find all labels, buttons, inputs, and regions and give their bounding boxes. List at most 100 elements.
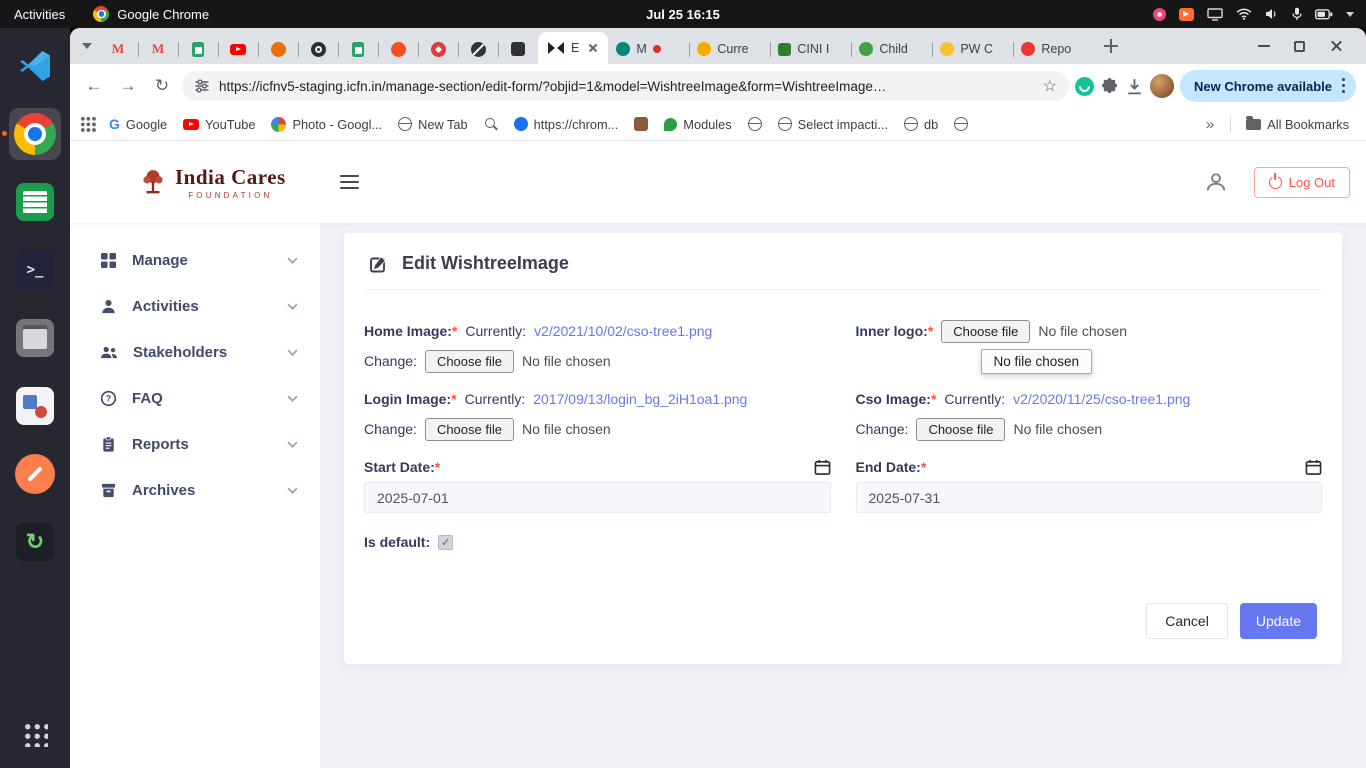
home-image-current-file-link[interactable]: v2/2021/10/02/cso-tree1.png: [534, 323, 712, 339]
meet-favicon: [616, 42, 630, 56]
bookmark-photos[interactable]: Photo - Googl...: [264, 114, 389, 135]
focused-app-indicator[interactable]: Google Chrome: [83, 6, 219, 22]
screen-record-indicator-icon[interactable]: [1153, 8, 1166, 21]
tab-child[interactable]: Child: [851, 34, 932, 64]
brand-logo[interactable]: India Cares FOUNDATION: [140, 165, 286, 200]
dock-app-files[interactable]: [9, 312, 61, 364]
start-date-input[interactable]: [364, 482, 831, 513]
pinned-tab-9[interactable]: [418, 34, 458, 64]
profile-avatar[interactable]: [1150, 74, 1174, 98]
tab-cini[interactable]: CINI I: [770, 34, 851, 64]
pinned-tab-10[interactable]: [458, 34, 498, 64]
screenshot-tool-icon[interactable]: [1179, 8, 1194, 21]
pinned-tab-8[interactable]: [378, 34, 418, 64]
address-bar[interactable]: https://icfnv5-staging.icfn.in/manage-se…: [182, 71, 1069, 101]
clock[interactable]: Jul 25 16:15: [646, 7, 720, 22]
sidebar-item-archives[interactable]: Archives: [70, 467, 320, 513]
dock-app-rustdesk[interactable]: [9, 448, 61, 500]
wifi-icon[interactable]: [1236, 8, 1252, 20]
volume-icon[interactable]: [1265, 8, 1279, 20]
tray-chevron-icon[interactable]: [1346, 12, 1354, 17]
extensions-puzzle-icon[interactable]: [1100, 77, 1119, 96]
battery-icon[interactable]: [1315, 9, 1333, 20]
cso-image-current-file-link[interactable]: v2/2020/11/25/cso-tree1.png: [1013, 391, 1190, 407]
active-tab[interactable]: E: [538, 32, 608, 64]
tab-curre[interactable]: Curre: [689, 34, 770, 64]
pinned-tab-gmail-2[interactable]: M: [138, 34, 178, 64]
sidebar-item-stakeholders[interactable]: Stakeholders: [70, 329, 320, 375]
bookmark-globe-2[interactable]: [947, 114, 975, 134]
login-image-choose-file-button[interactable]: Choose file: [425, 418, 514, 441]
user-profile-icon[interactable]: [1204, 170, 1228, 194]
calendar-icon[interactable]: [814, 459, 831, 476]
tab-favicon: [940, 42, 954, 56]
bookmark-google[interactable]: GGoogle: [102, 113, 174, 135]
dock-app-file-sync[interactable]: [9, 516, 61, 568]
bookmark-modules[interactable]: Modules: [657, 114, 738, 135]
pinned-tab-gmail-1[interactable]: M: [98, 34, 138, 64]
bookmark-misc[interactable]: [627, 114, 655, 134]
activities-button[interactable]: Activities: [0, 7, 83, 22]
pinned-tab-sheets-1[interactable]: [178, 34, 218, 64]
sidebar-toggle-hamburger-icon[interactable]: [334, 169, 365, 195]
close-window-icon[interactable]: [1329, 39, 1344, 54]
bookmark-chromium[interactable]: https://chrom...: [507, 114, 626, 135]
apps-shortcut-icon[interactable]: [80, 116, 96, 132]
sidebar-item-activities[interactable]: Activities: [70, 283, 320, 329]
dock-app-image-viewer[interactable]: [9, 380, 61, 432]
is-default-checkbox[interactable]: [438, 535, 453, 550]
tab-meet[interactable]: M: [608, 34, 689, 64]
cancel-button[interactable]: Cancel: [1146, 603, 1228, 639]
dock-app-terminal[interactable]: [9, 244, 61, 296]
downloads-icon[interactable]: [1125, 77, 1144, 96]
tab-repo[interactable]: Repo: [1013, 34, 1094, 64]
tab-pw[interactable]: PW C: [932, 34, 1013, 64]
bookmark-db[interactable]: db: [897, 114, 945, 135]
pinned-tab-6[interactable]: [298, 34, 338, 64]
bookmark-globe-1[interactable]: [741, 114, 769, 134]
show-applications-button[interactable]: [9, 708, 61, 760]
bookmark-label: YouTube: [205, 117, 255, 132]
sidebar-item-faq[interactable]: ? FAQ: [70, 375, 320, 421]
forward-button[interactable]: [114, 72, 142, 100]
microphone-icon[interactable]: [1292, 7, 1302, 21]
back-button[interactable]: [80, 72, 108, 100]
sidebar-item-reports[interactable]: Reports: [70, 421, 320, 467]
grammarly-extension-icon[interactable]: [1075, 77, 1094, 96]
update-button[interactable]: Update: [1240, 603, 1317, 639]
inner-logo-choose-file-button[interactable]: Choose file: [941, 320, 1030, 343]
calendar-icon[interactable]: [1305, 459, 1322, 476]
pinned-tab-sheets-2[interactable]: [338, 34, 378, 64]
webpage: India Cares FOUNDATION Log Out: [70, 141, 1366, 768]
cso-image-choose-file-button[interactable]: Choose file: [916, 418, 1005, 441]
reload-button[interactable]: [148, 72, 176, 100]
pinned-tab-youtube[interactable]: [218, 34, 258, 64]
logout-button[interactable]: Log Out: [1254, 167, 1350, 198]
bookmarks-overflow-chevron[interactable]: »: [1198, 116, 1222, 133]
bookmark-star-icon[interactable]: [1043, 76, 1057, 96]
all-bookmarks-button[interactable]: All Bookmarks: [1239, 114, 1356, 135]
dock-app-chrome[interactable]: [9, 108, 61, 160]
new-tab-button[interactable]: [1098, 33, 1124, 59]
login-image-current-file-link[interactable]: 2017/09/13/login_bg_2iH1oa1.png: [533, 391, 747, 407]
menu-kebab-icon[interactable]: [1342, 78, 1346, 94]
tab-search-caret-icon[interactable]: [76, 35, 98, 57]
minimize-icon[interactable]: [1258, 45, 1270, 47]
chrome-update-button[interactable]: New Chrome available: [1180, 70, 1356, 102]
sidebar-item-manage[interactable]: Manage: [70, 237, 320, 283]
bookmark-new-tab[interactable]: New Tab: [391, 114, 475, 135]
bookmark-search[interactable]: [477, 114, 505, 134]
dock-app-libreoffice-calc[interactable]: [9, 176, 61, 228]
bookmark-youtube[interactable]: YouTube: [176, 114, 262, 135]
tab-close-icon[interactable]: [586, 41, 600, 55]
home-image-choose-file-button[interactable]: Choose file: [425, 350, 514, 373]
display-icon[interactable]: [1207, 8, 1223, 21]
svg-text:?: ?: [106, 393, 111, 403]
maximize-icon[interactable]: [1294, 41, 1305, 52]
end-date-input[interactable]: [856, 482, 1323, 513]
pinned-tab-5[interactable]: [258, 34, 298, 64]
bookmark-select-impact[interactable]: Select impacti...: [771, 114, 895, 135]
site-settings-icon[interactable]: [194, 78, 210, 94]
pinned-tab-11[interactable]: [498, 34, 538, 64]
dock-app-vscode[interactable]: [9, 40, 61, 92]
